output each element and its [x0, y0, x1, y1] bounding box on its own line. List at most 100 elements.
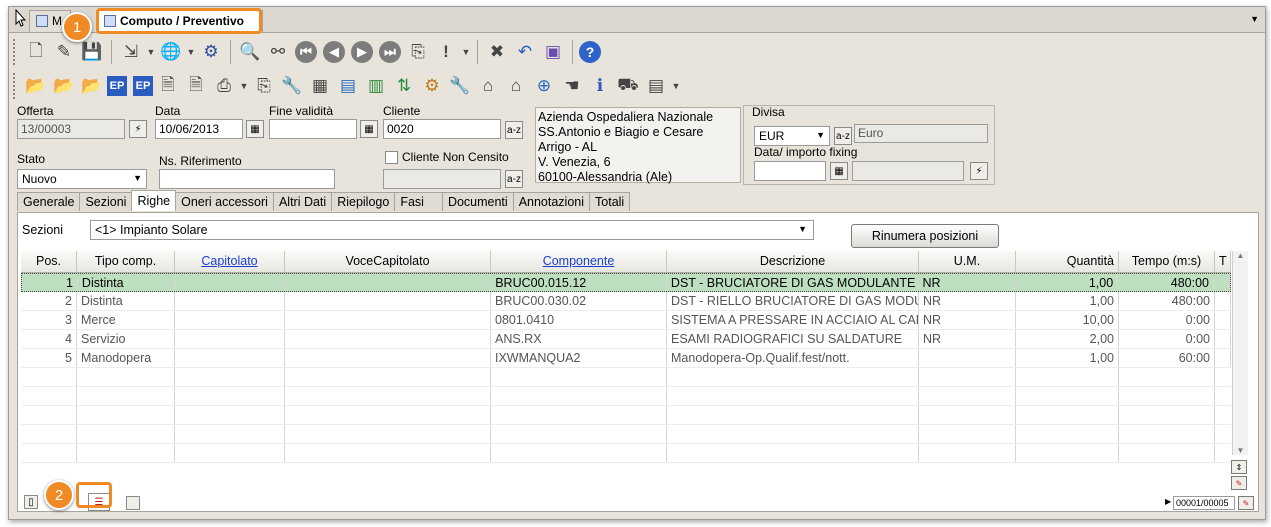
print-setup-icon[interactable]: ▣ [540, 39, 566, 65]
tab-fasi[interactable]: Fasi [394, 192, 443, 211]
list-icon[interactable]: ▤ [643, 73, 669, 99]
column-header-tempo[interactable]: Tempo (m:s) [1119, 251, 1215, 272]
calendar-icon[interactable]: ▦ [830, 162, 848, 180]
add-row-icon[interactable]: ✎ [1231, 476, 1247, 490]
tab-generale[interactable]: Generale [17, 192, 81, 211]
calculator-icon[interactable]: ▦ [307, 73, 333, 99]
scroll-down-icon[interactable]: ▼ [1233, 446, 1248, 455]
lookup-icon[interactable]: a-z [505, 170, 523, 188]
copy-icon[interactable]: ⎘ [251, 73, 277, 99]
cliente-non-censito-checkbox[interactable] [385, 151, 398, 164]
column-header-pos[interactable]: Pos. [21, 251, 77, 272]
sezioni-select[interactable]: <1> Impianto Solare ▼ [90, 220, 814, 240]
column-header-tipo[interactable]: Tipo comp. [77, 251, 175, 272]
fixing-date-field[interactable] [754, 161, 826, 181]
print-icon[interactable]: ⎙ [211, 73, 237, 99]
table-row[interactable]: 5 Manodopera IXWMANQUA2 Manodopera-Op.Qu… [21, 349, 1231, 368]
doc-edit-icon[interactable]: 🗎 [155, 73, 181, 99]
fine-validita-field[interactable] [269, 119, 357, 139]
cliente-non-censito-field[interactable] [383, 169, 501, 189]
next-arrow-icon[interactable]: ▶ [1165, 497, 1171, 506]
help-icon[interactable]: ? [579, 41, 601, 63]
lookup-icon[interactable]: a-z [834, 127, 852, 145]
tab-altri-dati[interactable]: Altri Dati [272, 192, 333, 211]
table-row[interactable]: 3 Merce 0801.0410 SISTEMA A PRESSARE IN … [21, 311, 1231, 330]
calendar-icon[interactable]: ▦ [246, 120, 264, 138]
rinumera-posizioni-button[interactable]: Rinumera posizioni [851, 224, 999, 248]
calendar-icon[interactable]: ▦ [360, 120, 378, 138]
tab-righe[interactable]: Righe [131, 190, 177, 211]
info-icon[interactable]: ℹ [587, 73, 613, 99]
previous-record-icon[interactable]: ◀ [323, 41, 345, 63]
globe-icon[interactable]: 🌐 [158, 39, 184, 65]
delete-icon[interactable]: ✖ [484, 39, 510, 65]
fixing-amount-field[interactable] [852, 161, 964, 181]
edit-icon[interactable]: ✎ [51, 39, 77, 65]
first-record-icon[interactable]: ⏮ [295, 41, 317, 63]
table-row[interactable]: 4 Servizio ANS.RX ESAMI RADIOGRAFICI SU … [21, 330, 1231, 349]
ep-doc-icon[interactable]: EP [133, 76, 153, 96]
doc-move-icon[interactable]: 🗎 [183, 73, 209, 99]
tab-annotazioni[interactable]: Annotazioni [512, 192, 591, 211]
globe-dropdown-icon[interactable]: ▼ [186, 39, 196, 65]
tab-riepilogo[interactable]: Riepilogo [331, 192, 396, 211]
hand-icon[interactable]: ☚ [559, 73, 585, 99]
toggle-icon[interactable] [126, 496, 140, 510]
document-icon[interactable]: ▯ [24, 495, 38, 509]
home-2-icon[interactable]: ⌂ [503, 73, 529, 99]
column-header-t[interactable]: T [1215, 251, 1231, 272]
ep-icon[interactable]: EP [107, 76, 127, 96]
toolbar-grip[interactable] [13, 39, 17, 65]
save-icon[interactable]: 💾 [79, 39, 105, 65]
copy-icon[interactable]: ⎘ [405, 39, 431, 65]
export-dropdown-icon[interactable]: ▼ [146, 39, 156, 65]
lookup-icon[interactable]: a-z [505, 121, 523, 139]
vertical-scrollbar[interactable]: ▲ ▼ [1232, 251, 1248, 455]
undo-icon[interactable]: ↶ [512, 39, 538, 65]
table-row[interactable]: 1 Distinta BRUC00.015.12 DST - BRUCIATOR… [21, 273, 1231, 292]
open-folder-icon[interactable]: 📂 [23, 73, 49, 99]
open-folder-2-icon[interactable]: 📂 [51, 73, 77, 99]
table-row[interactable]: 2 Distinta BRUC00.030.02 DST - RIELLO BR… [21, 292, 1231, 311]
gears-icon[interactable]: ⚙ [419, 73, 445, 99]
column-header-um[interactable]: U.M. [919, 251, 1016, 272]
settings-icon[interactable]: ⚙ [198, 39, 224, 65]
alert-icon[interactable]: ! [433, 39, 459, 65]
offerta-field[interactable]: 13/00003 [17, 119, 125, 139]
spin-icon[interactable]: ⇕ [1231, 460, 1247, 474]
column-header-capitolato[interactable]: Capitolato [175, 251, 285, 272]
spreadsheet-icon[interactable]: ▥ [363, 73, 389, 99]
tab-oneri-accessori[interactable]: Oneri accessori [175, 192, 274, 211]
sort-icon[interactable]: ⇅ [391, 73, 417, 99]
tab-totali[interactable]: Totali [589, 192, 631, 211]
delete-row-icon[interactable]: ✎ [1238, 496, 1254, 510]
tab-documenti[interactable]: Documenti [441, 192, 514, 211]
scroll-up-icon[interactable]: ▲ [1233, 251, 1248, 260]
tab-sezioni[interactable]: Sezioni [79, 192, 133, 211]
data-field[interactable]: 10/06/2013 [155, 119, 243, 139]
cliente-field[interactable]: 0020 [383, 119, 501, 139]
new-document-icon[interactable]: 🗋 [23, 39, 49, 65]
find-icon[interactable]: 🔍 [237, 39, 263, 65]
lightning-icon[interactable]: ⚡ [129, 120, 147, 138]
tab-list-dropdown-icon[interactable]: ▼ [1250, 14, 1259, 24]
compass-icon[interactable]: ⊕ [531, 73, 557, 99]
print-dropdown-icon[interactable]: ▼ [239, 73, 249, 99]
binoculars-icon[interactable]: ⚯ [265, 39, 291, 65]
ns-riferimento-field[interactable] [159, 169, 335, 189]
divisa-select[interactable]: EUR ▼ [754, 126, 830, 146]
column-header-descrizione[interactable]: Descrizione [667, 251, 919, 272]
tag-icon[interactable]: ⛟ [615, 73, 641, 99]
calculator-icon[interactable]: ▤ [335, 73, 361, 99]
lightning-icon[interactable]: ⚡ [970, 162, 988, 180]
column-header-componente[interactable]: Componente [491, 251, 667, 272]
wrench-icon[interactable]: 🔧 [447, 73, 473, 99]
alert-dropdown-icon[interactable]: ▼ [461, 39, 471, 65]
home-icon[interactable]: ⌂ [475, 73, 501, 99]
stato-select[interactable]: Nuovo ▼ [17, 169, 147, 189]
list-dropdown-icon[interactable]: ▼ [671, 73, 681, 99]
tools-icon[interactable]: 🔧 [279, 73, 305, 99]
last-record-icon[interactable]: ⏭ [379, 41, 401, 63]
open-folder-3-icon[interactable]: 📂 [79, 73, 105, 99]
export-icon[interactable]: ⇲ [118, 39, 144, 65]
